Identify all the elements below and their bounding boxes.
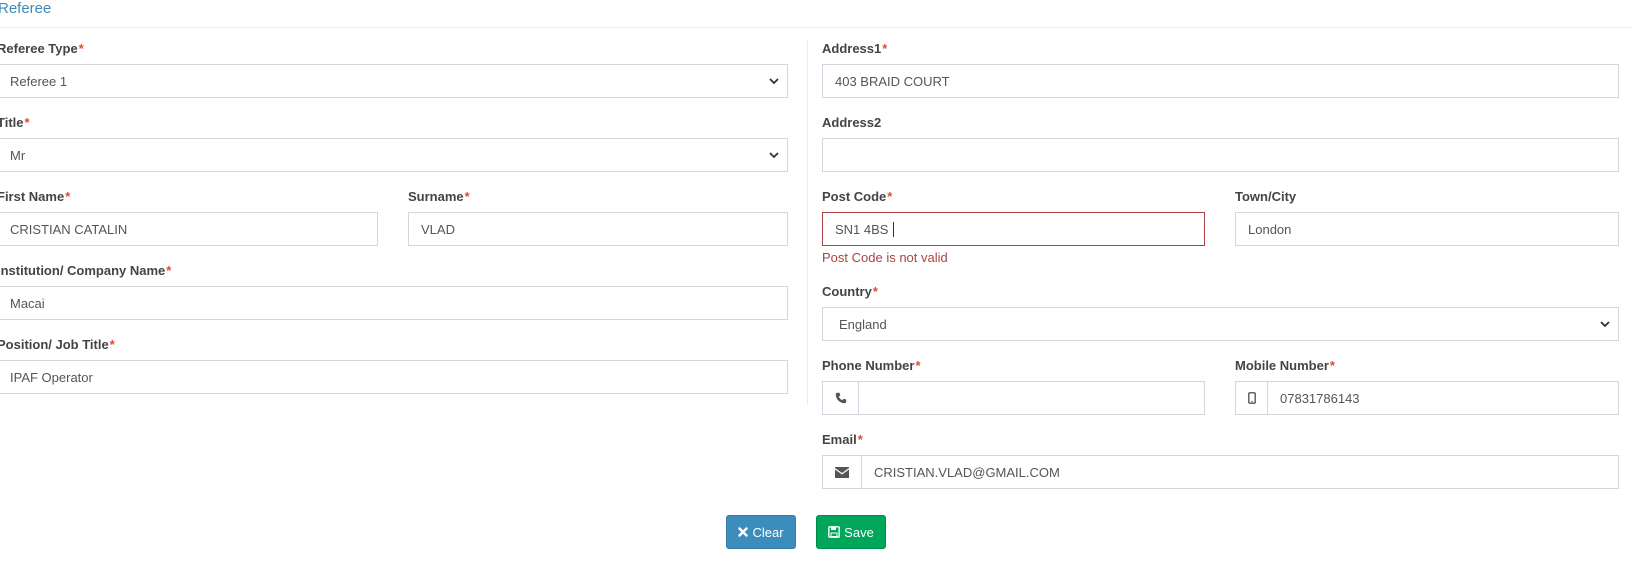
title-value: Mr	[10, 147, 26, 163]
post-code-value: SN1 4BS	[835, 221, 889, 237]
clear-button-label: Clear	[752, 524, 784, 540]
email-label: Email*	[822, 432, 863, 447]
company-input[interactable]: Macai	[0, 286, 788, 320]
mobile-label: Mobile Number*	[1235, 358, 1335, 373]
address1-label: Address1*	[822, 41, 888, 56]
close-icon	[738, 527, 749, 537]
first-name-label: First Name*	[0, 189, 71, 204]
clear-button[interactable]: Clear	[726, 515, 796, 549]
company-value: Macai	[10, 295, 45, 311]
phone-input[interactable]	[858, 381, 1205, 415]
mobile-value: 07831786143	[1280, 390, 1360, 406]
country-select[interactable]: England	[822, 307, 1619, 341]
town-input[interactable]: London	[1235, 212, 1619, 246]
surname-input[interactable]: VLAD	[408, 212, 788, 246]
post-code-error: Post Code is not valid	[822, 250, 948, 265]
town-label: Town/City	[1235, 189, 1297, 204]
phone-icon	[835, 392, 846, 404]
address1-input[interactable]: 403 BRAID COURT	[822, 64, 1619, 98]
phone-addon	[822, 381, 859, 415]
mobile-icon	[1247, 392, 1256, 404]
title-select[interactable]: Mr	[0, 138, 788, 172]
town-value: London	[1248, 221, 1292, 237]
surname-label: Surname*	[408, 189, 470, 204]
text-cursor	[893, 221, 895, 237]
referee-type-label: Referee Type*	[0, 41, 84, 56]
country-value: England	[839, 316, 887, 332]
company-label: Institution/ Company Name*	[0, 263, 172, 278]
section-divider	[0, 27, 1632, 28]
position-label: Position/ Job Title*	[0, 337, 115, 352]
email-value: CRISTIAN.VLAD@GMAIL.COM	[874, 464, 1060, 480]
section-title: Referee	[0, 0, 52, 17]
first-name-input[interactable]: CRISTIAN CATALIN	[0, 212, 378, 246]
address2-input[interactable]	[822, 138, 1619, 172]
title-label: Title*	[0, 115, 30, 130]
post-code-input[interactable]: SN1 4BS	[822, 212, 1205, 246]
mobile-input[interactable]: 07831786143	[1267, 381, 1619, 415]
post-code-label: Post Code*	[822, 189, 893, 204]
address1-value: 403 BRAID COURT	[835, 73, 950, 89]
first-name-value: CRISTIAN CATALIN	[10, 221, 128, 237]
chevron-down-icon	[1600, 321, 1610, 328]
referee-type-value: Referee 1	[10, 73, 68, 89]
chevron-down-icon	[769, 78, 779, 85]
email-addon	[822, 455, 862, 489]
phone-label: Phone Number*	[822, 358, 921, 373]
save-button[interactable]: Save	[816, 515, 886, 549]
chevron-down-icon	[769, 152, 779, 159]
position-input[interactable]: IPAF Operator	[0, 360, 788, 394]
referee-type-select[interactable]: Referee 1	[0, 64, 788, 98]
country-label: Country*	[822, 284, 878, 299]
column-divider	[807, 40, 808, 405]
mobile-addon	[1235, 381, 1268, 415]
email-input[interactable]: CRISTIAN.VLAD@GMAIL.COM	[861, 455, 1619, 489]
save-button-label: Save	[844, 524, 874, 540]
surname-value: VLAD	[421, 221, 455, 237]
position-value: IPAF Operator	[10, 369, 93, 385]
address2-label: Address2	[822, 115, 882, 130]
save-icon	[828, 526, 841, 538]
envelope-icon	[835, 466, 849, 478]
